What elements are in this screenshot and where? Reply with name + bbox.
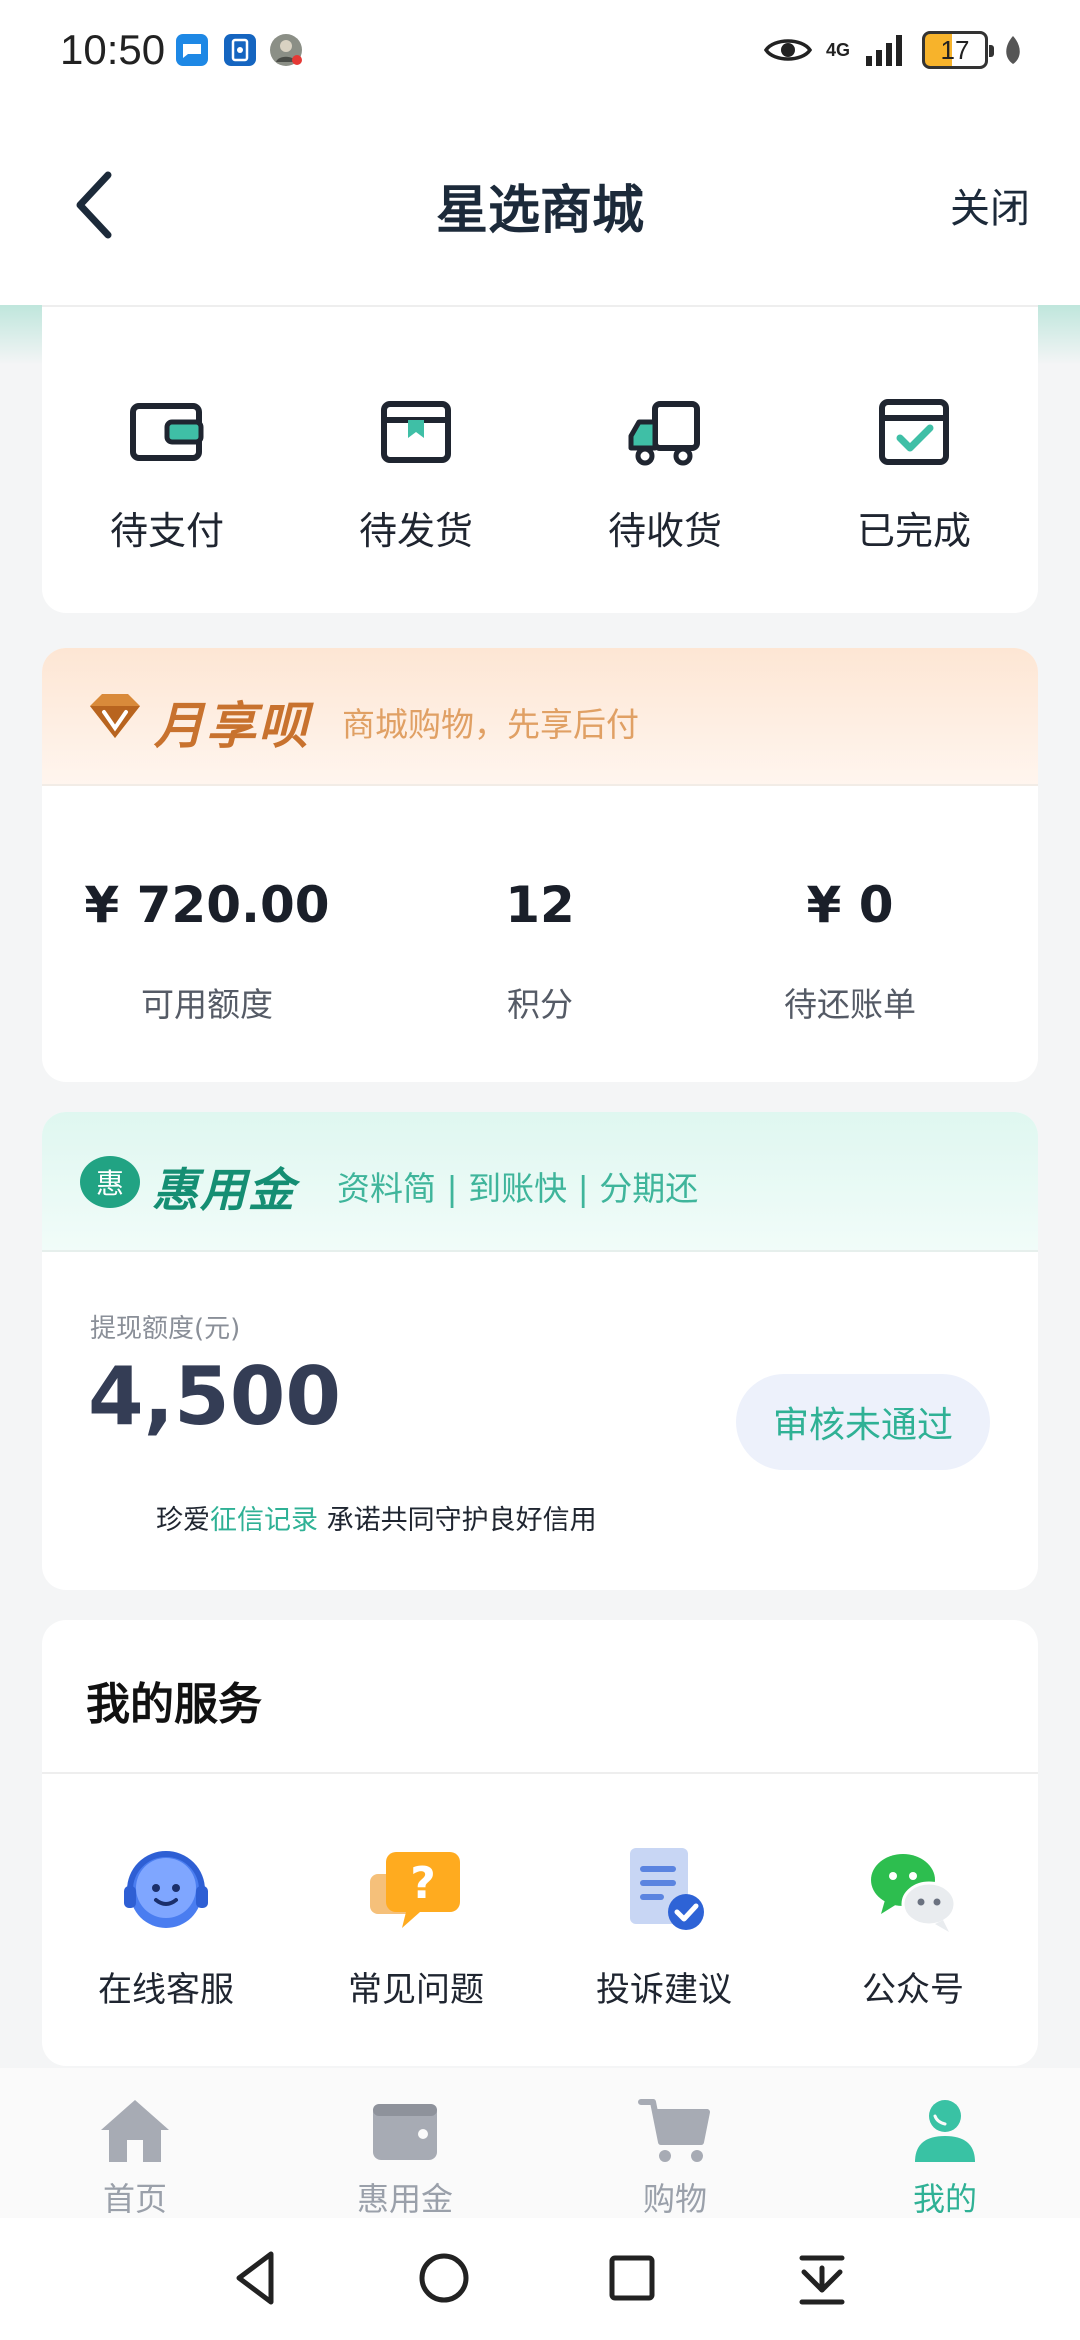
avatar-notification-icon (270, 34, 302, 66)
stat-label: 积分 (507, 985, 573, 1024)
divider (42, 1772, 1038, 1774)
my-services-card: 我的服务 在线客服 ? 常见问题 投诉建议 公众号 (42, 1620, 1038, 2066)
service-online-support[interactable]: 在线客服 (56, 1840, 276, 2011)
network-type: 4G (825, 40, 850, 60)
order-pending-receipt[interactable]: 待收货 (565, 392, 765, 555)
service-label: 投诉建议 (596, 1970, 732, 2010)
credit-record-link[interactable]: 征信记录 (210, 1505, 318, 1536)
service-wechat-account[interactable]: 公众号 (803, 1840, 1023, 2011)
tab-label: 首页 (102, 2180, 167, 2218)
tab-label: 购物 (642, 2180, 707, 2218)
nav-home-button[interactable] (412, 2246, 476, 2310)
page-title: 星选商城 (435, 181, 644, 241)
tab-label: 我的 (912, 2180, 977, 2218)
service-complaint[interactable]: 投诉建议 (554, 1840, 774, 2011)
status-right: 4G 17 (763, 28, 1024, 72)
hui-logo-icon: 惠 (80, 1156, 140, 1208)
stat-value: 12 (505, 876, 575, 934)
order-label: 待收货 (607, 509, 722, 553)
huiyongjin-header: 惠 惠用金 资料简 | 到账快 | 分期还 (42, 1112, 1038, 1252)
app-notification-icon (224, 34, 256, 66)
limit-value: 4,500 (88, 1350, 342, 1443)
tab-huiyongjin[interactable]: 惠用金 (315, 2096, 495, 2220)
status-bar: 10:50 4G 17 (0, 0, 1080, 100)
tab-shopping[interactable]: 购物 (585, 2096, 765, 2220)
limit-label: 提现额度(元) (90, 1314, 241, 1344)
faq-icon: ? (370, 1852, 460, 1928)
complaint-icon (630, 1848, 704, 1930)
credit-note: 珍爱征信记录 承诺共同守护良好信用 (156, 1498, 597, 1537)
package-icon (381, 401, 451, 463)
system-nav-bar (0, 2218, 1080, 2340)
cart-icon (638, 2099, 710, 2162)
service-label: 在线客服 (98, 1970, 234, 2010)
nav-recents-button[interactable] (600, 2246, 664, 2310)
huiyongjin-brand: 惠用金 (152, 1163, 296, 1217)
yuexiangbei-header: 月享呗 商城购物，先享后付 (42, 648, 1038, 786)
eye-icon (763, 39, 812, 61)
signal-icon (866, 35, 902, 66)
service-faq[interactable]: ? 常见问题 (306, 1840, 526, 2011)
orders-card: 待支付 待发货 待收货 已完成 (42, 305, 1038, 613)
stat-value: ¥ 0 (806, 876, 894, 934)
stat-value: ¥ 720.00 (84, 876, 330, 934)
available-credit[interactable]: ¥ 720.00 可用额度 (42, 876, 372, 1026)
pending-bill[interactable]: ¥ 0 待还账单 (685, 876, 1015, 1026)
review-status-button[interactable]: 审核未通过 (736, 1374, 990, 1470)
status-time: 10:50 (60, 26, 166, 73)
svg-text:?: ? (410, 1858, 436, 1909)
truck-icon (628, 401, 700, 466)
services-title: 我的服务 (86, 1679, 262, 1730)
home-icon (101, 2100, 169, 2162)
order-completed[interactable]: 已完成 (814, 392, 1014, 555)
bottom-tab-bar: 首页 惠用金 购物 我的 (0, 2068, 1080, 2218)
leaf-icon (1006, 36, 1020, 64)
huiyongjin-slogan: 资料简 | 到账快 | 分期还 (337, 1169, 699, 1208)
nav-notification-pulldown-button[interactable] (790, 2246, 854, 2310)
yuexiangbei-card[interactable]: 月享呗 商城购物，先享后付 ¥ 720.00 可用额度 12 积分 ¥ 0 待还… (42, 648, 1038, 1082)
service-label: 公众号 (862, 1970, 964, 2010)
battery-indicator: 17 (922, 31, 994, 69)
credit-note-suffix: 承诺共同守护良好信用 (318, 1505, 597, 1536)
customer-service-icon (124, 1851, 208, 1928)
tab-mine[interactable]: 我的 (855, 2096, 1035, 2220)
order-pending-shipment[interactable]: 待发货 (316, 392, 516, 555)
order-pending-payment[interactable]: 待支付 (67, 392, 267, 555)
wallet-icon (130, 403, 204, 461)
tab-home[interactable]: 首页 (45, 2096, 225, 2220)
stat-label: 可用额度 (141, 985, 273, 1024)
service-label: 常见问题 (348, 1970, 484, 2010)
order-label: 待支付 (109, 509, 224, 553)
diamond-icon (90, 694, 140, 738)
credit-note-prefix: 珍爱 (156, 1505, 210, 1536)
profile-icon (915, 2100, 975, 2162)
header: 星选商城 关闭 (0, 100, 1080, 305)
tab-label: 惠用金 (356, 2180, 453, 2218)
order-label: 待发货 (358, 509, 473, 553)
points[interactable]: 12 积分 (375, 876, 705, 1026)
completed-icon (879, 399, 949, 465)
wallet-icon (373, 2104, 437, 2160)
stat-label: 待还账单 (784, 985, 916, 1024)
huiyongjin-card[interactable]: 惠 惠用金 资料简 | 到账快 | 分期还 提现额度(元) 4,500 审核未通… (42, 1112, 1038, 1590)
order-label: 已完成 (856, 509, 971, 553)
yuexiangbei-brand: 月享呗 (154, 697, 310, 755)
nav-back-button[interactable] (225, 2246, 289, 2310)
wechat-icon (871, 1854, 957, 1932)
close-button[interactable]: 关闭 (950, 176, 1030, 234)
message-notification-icon (176, 34, 208, 66)
yuexiangbei-slogan: 商城购物，先享后付 (342, 705, 639, 744)
